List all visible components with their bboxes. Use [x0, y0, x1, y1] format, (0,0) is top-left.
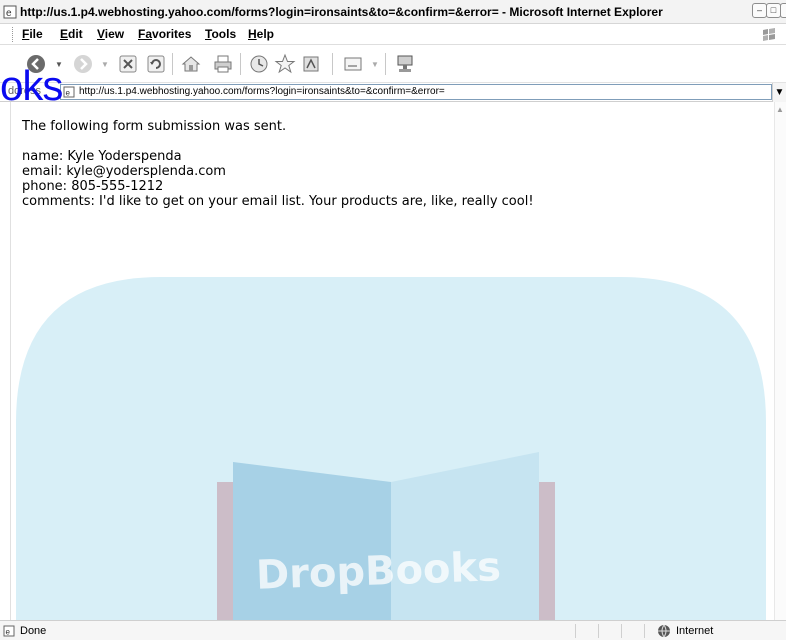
status-divider: [644, 624, 645, 638]
toolbar-separator: [385, 53, 386, 75]
menu-help[interactable]: Help: [248, 27, 274, 41]
address-url: http://us.1.p4.webhosting.yahoo.com/form…: [79, 86, 445, 97]
network-icon[interactable]: [394, 53, 416, 75]
security-zone: Internet: [676, 625, 714, 637]
menu-view-accel: V: [97, 27, 105, 41]
close-button[interactable]: [780, 3, 786, 18]
menu-tools[interactable]: Tools: [205, 27, 236, 41]
email-line: email: kyle@yodersplenda.com: [22, 164, 226, 179]
page-left-edge: [0, 102, 11, 620]
forward-dropdown-icon[interactable]: ▼: [101, 60, 109, 69]
back-icon[interactable]: [25, 53, 47, 75]
menu-edit-label: dit: [68, 27, 83, 41]
status-divider: [621, 624, 622, 638]
svg-text:e: e: [6, 628, 11, 637]
print-icon[interactable]: [212, 53, 234, 75]
refresh-icon[interactable]: [145, 53, 167, 75]
title-bar: e http://us.1.p4.webhosting.yahoo.com/fo…: [0, 0, 786, 24]
menu-favorites-label: vorites: [152, 27, 192, 41]
done-page-icon: e: [3, 625, 15, 637]
svg-text:e: e: [6, 8, 12, 19]
confirmation-line: The following form submission was sent.: [22, 119, 287, 134]
phone-line: phone: 805-555-1212: [22, 179, 164, 194]
form-submission-text: The following form submission was sent. …: [22, 119, 534, 209]
history-icon[interactable]: [248, 53, 270, 75]
minimize-button[interactable]: –: [752, 3, 767, 18]
toolbar-separator: [332, 53, 333, 75]
stop-icon[interactable]: [117, 53, 139, 75]
svg-text:e: e: [66, 89, 71, 98]
status-divider: [575, 624, 576, 638]
menu-file-label: ile: [29, 27, 43, 41]
back-dropdown-icon[interactable]: ▼: [55, 60, 63, 69]
menu-tools-label: ools: [211, 27, 237, 41]
address-bar: ddress e http://us.1.p4.webhosting.yahoo…: [0, 83, 786, 102]
toolbar-separator: [240, 53, 241, 75]
maximize-button[interactable]: □: [766, 3, 781, 18]
menu-edit[interactable]: Edit: [60, 27, 83, 41]
address-dropdown-icon[interactable]: ▼: [772, 83, 786, 102]
internet-globe-icon: [658, 624, 670, 638]
watermark-label: DropBooks: [255, 544, 501, 599]
home-icon[interactable]: [180, 53, 202, 75]
menu-grip: [12, 27, 15, 42]
comments-line: comments: I'd like to get on your email …: [22, 194, 534, 209]
menu-file[interactable]: File: [22, 27, 43, 41]
address-label: ddress: [8, 85, 42, 97]
windows-flag-icon: [763, 28, 775, 41]
favorites-icon[interactable]: [274, 53, 296, 75]
scroll-up-icon[interactable]: ▲: [776, 105, 784, 114]
menu-view[interactable]: View: [97, 27, 124, 41]
toolbar: ▼ ▼ ▼: [0, 45, 786, 83]
media-icon[interactable]: [300, 53, 322, 75]
status-bar: e Done Internet: [0, 620, 786, 640]
status-divider: [598, 624, 599, 638]
ie-page-icon: e: [3, 5, 17, 19]
page-icon: e: [63, 86, 75, 98]
edit-dropdown-icon[interactable]: ▼: [371, 60, 379, 69]
vertical-scrollbar[interactable]: ▲: [774, 102, 786, 620]
menu-favorites[interactable]: Favorites: [138, 27, 191, 41]
window-title: http://us.1.p4.webhosting.yahoo.com/form…: [20, 5, 663, 19]
forward-icon[interactable]: [72, 53, 94, 75]
menu-help-accel: H: [248, 27, 257, 41]
status-text: Done: [20, 625, 47, 637]
menu-bar: File Edit View Favorites Tools Help: [0, 24, 786, 45]
name-line: name: Kyle Yoderspenda: [22, 149, 182, 164]
edit-icon[interactable]: [342, 53, 364, 75]
menu-favorites-accel: Fa: [138, 27, 153, 41]
page-content: DropBooks The following form submission …: [11, 102, 774, 620]
address-input[interactable]: e http://us.1.p4.webhosting.yahoo.com/fo…: [60, 84, 772, 100]
menu-help-label: elp: [256, 27, 275, 41]
toolbar-separator: [172, 53, 173, 75]
menu-view-label: iew: [104, 27, 125, 41]
menu-edit-accel: E: [60, 27, 69, 41]
